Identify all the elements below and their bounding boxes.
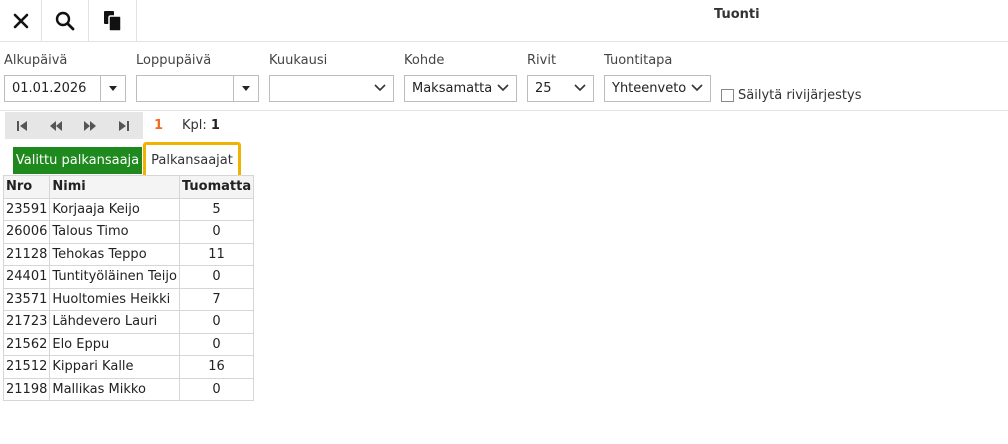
toolbar: Tuonti [0,0,1008,42]
table-row[interactable]: 23591 Korjaaja Keijo 5 [2,197,255,221]
month-label: Kuukausi [269,53,328,68]
first-page-icon [17,120,27,131]
chevron-down-icon [497,84,509,92]
table-row[interactable]: 24401 Tuntityöläinen Teijo 0 [2,265,255,289]
table-row[interactable]: 26006 Talous Timo 0 [2,220,255,244]
cell-nro: 23591 [2,197,51,221]
start-date-dropdown-button[interactable] [100,76,125,101]
end-date-field[interactable] [136,75,259,102]
table-row[interactable]: 21198 Mallikas Mikko 0 [2,377,255,401]
import-mode-select[interactable]: Yhteenveto [604,75,711,102]
cell-nimi: Elo Eppu [49,332,180,356]
last-page-icon [119,120,129,131]
close-button[interactable] [0,0,42,41]
cell-nimi: Korjaaja Keijo [49,197,180,221]
import-mode-value: Yhteenveto [612,81,687,96]
column-header-tuomatta[interactable]: Tuomatta [178,175,255,199]
cell-tuomatta: 0 [178,265,255,289]
tab-selected-payee[interactable]: Valittu palkansaaja [13,147,142,174]
cell-tuomatta: 0 [178,310,255,334]
chevron-down-icon [374,84,386,92]
cell-nimi: Tehokas Teppo [49,242,180,266]
cell-nro: 23571 [2,287,51,311]
page-title: Tuonti [714,7,760,22]
table-row[interactable]: 21512 Kippari Kalle 16 [2,355,255,379]
search-icon [55,11,75,30]
cell-tuomatta: 0 [178,377,255,401]
caret-down-icon [242,86,250,91]
rows-label: Rivit [527,53,557,68]
cell-tuomatta: 0 [178,332,255,356]
cell-tuomatta: 5 [178,197,255,221]
pager [5,112,143,139]
cell-nimi: Lähdevero Lauri [49,310,180,334]
rows-value: 25 [535,81,552,96]
copy-icon [103,10,122,32]
payee-table: Nro Nimi Tuomatta 23591 Korjaaja Keijo 5 2… [2,175,255,401]
keep-order-checkbox[interactable] [721,89,734,102]
fast-forward-icon [84,120,96,131]
close-icon [13,13,28,28]
column-header-nimi[interactable]: Nimi [49,175,180,199]
table-row[interactable]: 21562 Elo Eppu 0 [2,332,255,356]
caret-down-icon [109,86,117,91]
divider [0,110,1008,111]
chevron-down-icon [691,84,703,92]
target-value: Maksamatta [412,81,493,96]
target-select[interactable]: Maksamatta [404,75,517,102]
import-mode-label: Tuontitapa [604,53,673,68]
cell-nro: 21512 [2,355,51,379]
column-header-nro[interactable]: Nro [2,175,51,199]
first-page-button[interactable] [5,112,39,139]
month-select[interactable] [269,75,394,102]
start-date-field[interactable]: 01.01.2026 [4,75,126,102]
start-date-label: Alkupäivä [4,53,68,68]
cell-tuomatta: 0 [178,220,255,244]
target-label: Kohde [404,53,445,68]
table-header-row: Nro Nimi Tuomatta [2,175,255,199]
search-button[interactable] [42,0,89,41]
keep-order-label: Säilytä rivijärjestys [738,88,862,103]
next-page-button[interactable] [73,112,107,139]
table-row[interactable]: 21128 Tehokas Teppo 11 [2,242,255,266]
cell-tuomatta: 7 [178,287,255,311]
cell-tuomatta: 16 [178,355,255,379]
chevron-down-icon [574,84,586,92]
cell-nimi: Tuntityöläinen Teijo [49,265,180,289]
cell-nro: 21723 [2,310,51,334]
count-label: Kpl: [182,118,207,133]
rows-select[interactable]: 25 [527,75,594,102]
cell-nimi: Talous Timo [49,220,180,244]
end-date-dropdown-button[interactable] [233,76,258,101]
keep-order-option[interactable]: Säilytä rivijärjestys [721,88,861,103]
current-page-number[interactable]: 1 [154,118,163,133]
table-row[interactable]: 23571 Huoltomies Heikki 7 [2,287,255,311]
start-date-value: 01.01.2026 [12,81,87,96]
table-row[interactable]: 21723 Lähdevero Lauri 0 [2,310,255,334]
cell-nro: 21128 [2,242,51,266]
cell-nro: 24401 [2,265,51,289]
cell-nimi: Huoltomies Heikki [49,287,180,311]
tab-payees[interactable]: Palkansaajat [143,142,241,178]
previous-page-button[interactable] [39,112,73,139]
cell-nimi: Kippari Kalle [49,355,180,379]
cell-nro: 26006 [2,220,51,244]
cell-nro: 21562 [2,332,51,356]
rewind-icon [50,120,62,131]
record-count: Kpl: 1 [182,118,220,133]
cell-nro: 21198 [2,377,51,401]
last-page-button[interactable] [107,112,141,139]
cell-nimi: Mallikas Mikko [49,377,180,401]
cell-tuomatta: 11 [178,242,255,266]
copy-button[interactable] [89,0,137,41]
end-date-label: Loppupäivä [136,53,212,68]
count-value: 1 [210,118,220,133]
